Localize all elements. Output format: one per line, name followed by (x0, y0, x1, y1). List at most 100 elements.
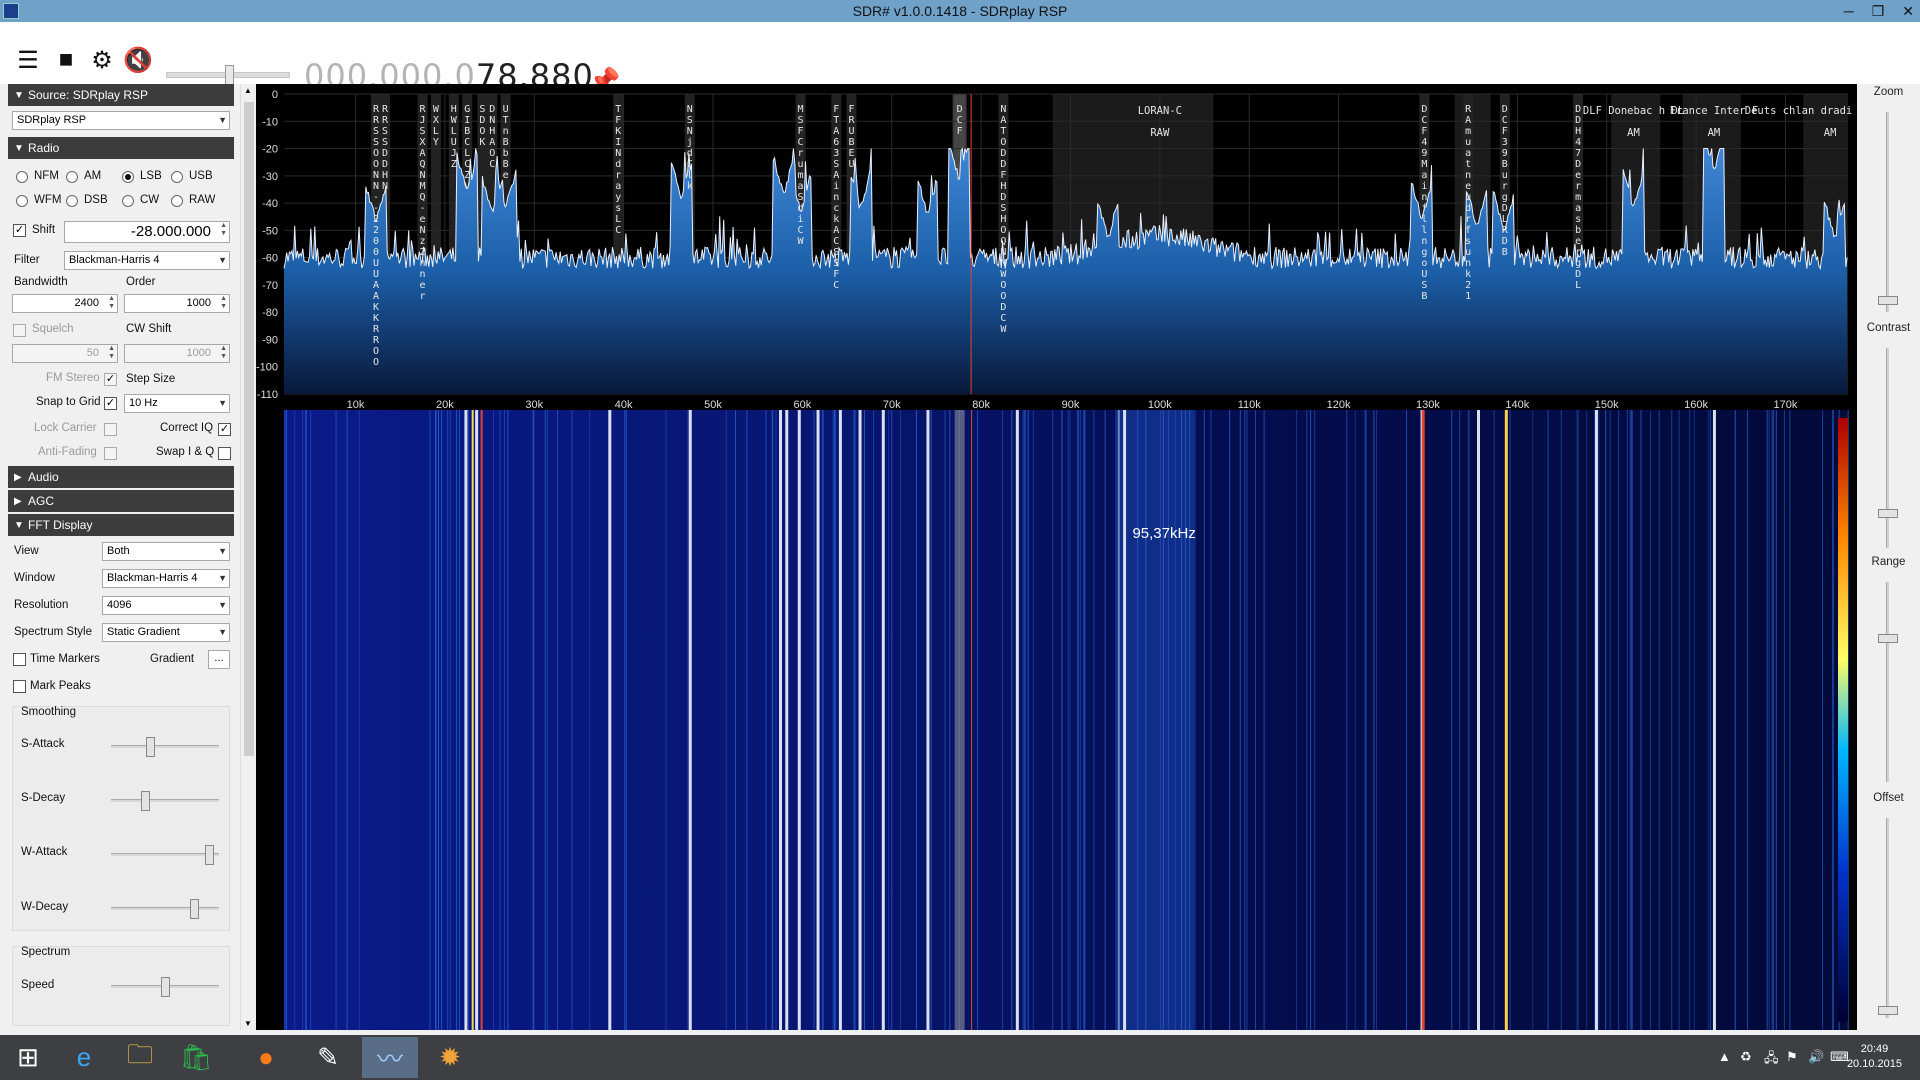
section-agc-header[interactable]: ▶ AGC (8, 490, 234, 512)
station-label-char: D (1000, 148, 1006, 159)
station-label-char: y (615, 192, 621, 203)
mode-radio-dsb[interactable] (66, 195, 78, 207)
tray-volume-icon[interactable]: 🔊 (1808, 1049, 1824, 1065)
internet-explorer-icon[interactable]: e (56, 1037, 112, 1078)
gradient-button[interactable]: ... (208, 650, 230, 669)
mode-radio-am[interactable] (66, 171, 78, 183)
scroll-down-icon[interactable]: ▼ (244, 1019, 252, 1028)
range-slider[interactable] (1886, 582, 1889, 782)
maximize-icon[interactable]: ❐ (1872, 3, 1885, 20)
spectrum-style-select[interactable]: Static Gradient ▼ (102, 623, 230, 642)
spectrum-analyzer[interactable]: 0 -10 -20 -30 -40 -50 -60 -70 -80 -90 -100 -110 10k 2… (256, 84, 1916, 411)
mode-radio-nfm[interactable] (16, 171, 28, 183)
squelch-checkbox[interactable] (13, 324, 26, 337)
station-label-char: o (1421, 258, 1427, 269)
w-attack-slider-thumb[interactable] (205, 845, 215, 865)
speed-slider[interactable] (111, 977, 219, 997)
window-select[interactable]: Blackman-Harris 4 ▼ (102, 569, 230, 588)
firefox-icon[interactable]: ● (238, 1037, 294, 1078)
section-radio-header[interactable]: ▼ Radio (8, 137, 234, 159)
store-icon[interactable]: 🛍 (168, 1037, 224, 1078)
left-panel-scrollbar[interactable]: ▲ ▼ (240, 84, 256, 1030)
tray-flag-icon[interactable]: ⚑ (1786, 1049, 1798, 1065)
mode-radio-wfm[interactable] (16, 195, 28, 207)
swap-iq-checkbox[interactable] (218, 447, 231, 460)
app-sun-icon[interactable]: ✹ (422, 1037, 478, 1078)
spinner-icon[interactable]: ▲ ▼ (220, 295, 227, 311)
station-label-char: W (433, 104, 440, 115)
section-audio-header[interactable]: ▶ Audio (8, 466, 234, 488)
volume-slider[interactable] (166, 65, 290, 85)
s-decay-slider[interactable] (111, 791, 219, 811)
file-explorer-icon[interactable]: 🗀 (112, 1037, 168, 1078)
order-input[interactable]: 1000 ▲ ▼ (124, 294, 230, 313)
mode-radio-raw[interactable] (171, 195, 183, 207)
mode-radio-lsb[interactable] (122, 171, 134, 183)
time-markers-checkbox[interactable] (13, 653, 26, 666)
contrast-slider[interactable] (1886, 348, 1889, 548)
offset-slider[interactable] (1886, 818, 1889, 1018)
gear-icon[interactable]: ⚙ (88, 46, 116, 74)
offset-slider-thumb[interactable] (1878, 1006, 1898, 1015)
menu-icon[interactable]: ☰ (14, 46, 42, 74)
spinner-icon[interactable]: ▲ ▼ (108, 345, 115, 361)
step-size-select[interactable]: 10 Hz ▼ (124, 394, 230, 413)
tray-keyboard-icon[interactable]: ⌨ (1830, 1049, 1849, 1065)
waterfall-display[interactable]: 95,37kHz (256, 410, 1857, 1030)
section-source-title: Source: SDRplay RSP (28, 88, 149, 102)
system-clock[interactable]: 20:49 20.10.2015 (1847, 1042, 1902, 1072)
mode-radio-usb[interactable] (171, 171, 183, 183)
spectrum-chart[interactable]: 0-10-20-30-40-50-60-70-80-90-100-11010k 2… (256, 84, 1916, 411)
station-label-char: B (1421, 291, 1427, 302)
tray-app-icon[interactable]: ♻ (1740, 1049, 1752, 1065)
spinner-icon[interactable]: ▲ ▼ (108, 295, 115, 311)
shift-input[interactable]: -28.000.000 ▲ ▼ (64, 221, 230, 243)
shift-checkbox[interactable]: ✓ (13, 224, 26, 237)
spinner-icon[interactable]: ▲ ▼ (220, 345, 227, 361)
bandwidth-input[interactable]: 2400 ▲ ▼ (12, 294, 118, 313)
sdrsharp-taskbar-icon[interactable]: 〰 (362, 1037, 418, 1078)
zoom-slider[interactable] (1886, 112, 1889, 312)
start-windows-icon[interactable]: ⊞ (0, 1037, 56, 1078)
w-attack-slider[interactable] (111, 845, 219, 865)
filter-select[interactable]: Blackman-Harris 4 ▼ (64, 251, 230, 270)
anti-fading-checkbox[interactable] (104, 447, 117, 460)
snap-to-grid-checkbox[interactable]: ✓ (104, 397, 117, 410)
resolution-select[interactable]: 4096 ▼ (102, 596, 230, 615)
w-decay-slider-thumb[interactable] (190, 899, 200, 919)
speed-slider-thumb[interactable] (160, 977, 170, 997)
app-pen-icon[interactable]: ✎ (300, 1037, 356, 1078)
tray-expand-icon[interactable]: ▲ (1718, 1049, 1731, 1064)
s-attack-slider-thumb[interactable] (145, 737, 155, 757)
gradient-label: Gradient (150, 653, 195, 665)
scroll-up-icon[interactable]: ▲ (244, 86, 252, 95)
mode-radio-cw[interactable] (122, 195, 134, 207)
view-select[interactable]: Both ▼ (102, 542, 230, 561)
section-source-header[interactable]: ▼ Source: SDRplay RSP (8, 84, 234, 106)
section-fft-header[interactable]: ▼ FFT Display (8, 514, 234, 536)
correct-iq-checkbox[interactable]: ✓ (218, 423, 231, 436)
w-decay-slider[interactable] (111, 899, 219, 919)
stop-icon[interactable]: ■ (52, 46, 80, 74)
zoom-slider-thumb[interactable] (1878, 296, 1898, 305)
fmstereo-checkbox[interactable]: ✓ (104, 373, 117, 386)
minimize-icon[interactable]: ─ (1844, 3, 1854, 19)
waterfall-trace (1609, 410, 1611, 1030)
s-decay-slider-thumb[interactable] (140, 791, 150, 811)
waterfall-chart[interactable]: 95,37kHz (256, 410, 1857, 1030)
lock-carrier-checkbox[interactable] (104, 423, 117, 436)
range-slider-thumb[interactable] (1878, 634, 1898, 643)
mute-speaker-icon[interactable]: 🔇 (123, 46, 153, 74)
volume-slider-thumb[interactable] (225, 65, 234, 85)
source-device-select[interactable]: SDRplay RSP ▼ (12, 111, 230, 130)
scrollbar-thumb[interactable] (244, 102, 254, 756)
mark-peaks-checkbox[interactable] (13, 680, 26, 693)
squelch-input[interactable]: 50 ▲ ▼ (12, 344, 118, 363)
close-icon[interactable]: ✕ (1902, 3, 1914, 20)
s-attack-slider[interactable] (111, 737, 219, 757)
cwshift-input[interactable]: 1000 ▲ ▼ (124, 344, 230, 363)
contrast-slider-thumb[interactable] (1878, 509, 1898, 518)
spinner-icon[interactable]: ▲ ▼ (220, 222, 227, 238)
waterfall-trace (915, 410, 917, 1030)
tray-network-icon[interactable]: 🖧 (1764, 1049, 1779, 1071)
